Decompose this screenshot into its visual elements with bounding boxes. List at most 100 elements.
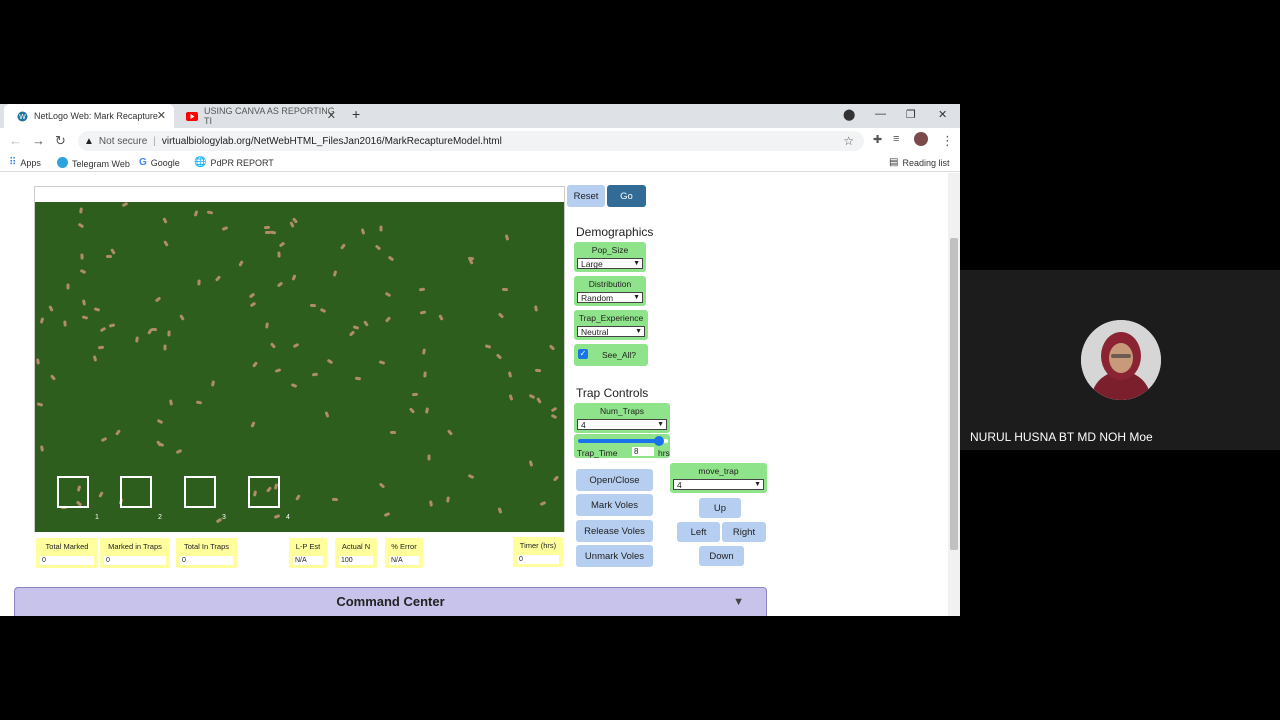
chevron-down-icon: ▼ [633,260,640,267]
vole [384,316,392,323]
record-icon[interactable]: ⬤ [843,108,855,121]
scrollbar-thumb[interactable] [950,238,958,550]
chooser-label: Trap_Experience [578,313,644,323]
move-trap-select[interactable]: 4 ▼ [673,479,764,490]
vole [110,248,116,255]
forward-icon[interactable]: → [32,133,45,148]
monitor-marked-in-traps: Marked in Traps 0 [100,538,170,568]
page-scrollbar[interactable] [948,173,960,616]
trap-time-slider[interactable]: Trap_Time 8 hrs [574,434,670,458]
vole [497,312,505,319]
release-voles-button[interactable]: Release Voles [576,520,653,542]
vole [339,243,347,250]
close-icon[interactable]: ✕ [157,109,166,122]
back-icon[interactable]: ← [9,133,22,148]
slider-thumb[interactable] [654,436,664,446]
restore-icon[interactable]: ❐ [906,108,916,121]
trap-box [184,476,216,508]
chooser-label: move_trap [698,466,739,476]
vole [389,430,397,435]
vole [411,392,419,397]
down-button[interactable]: Down [699,546,744,566]
menu-icon[interactable]: ⋮ [941,133,954,149]
pop-size-chooser[interactable]: Pop_Size Large ▼ [574,242,646,272]
profile-avatar-icon[interactable] [914,132,928,149]
chevron-down-icon: ▼ [657,421,664,428]
bookmark-apps[interactable]: ⠿ Apps [9,157,41,168]
command-center-title: Command Center [336,594,445,609]
distribution-chooser[interactable]: Distribution Random ▼ [574,276,646,306]
tab-netlogo[interactable]: W NetLogo Web: Mark Recapture ✕ [4,104,174,128]
vole [40,445,44,452]
vole [292,342,300,349]
vole [331,497,339,502]
distribution-select[interactable]: Random ▼ [577,292,643,303]
command-center-bar[interactable]: Command Center ▼ [14,587,767,616]
vole [100,436,108,443]
open-close-button[interactable]: Open/Close [576,469,653,491]
vole [528,393,536,400]
left-button[interactable]: Left [677,522,720,542]
bookmark-pdpr[interactable]: 🌐 PdPR REPORT [194,157,274,168]
star-icon[interactable]: ☆ [843,134,854,148]
presenter-video-tile: NURUL HUSNA BT MD NOH Moe [960,270,1280,450]
chooser-label: Num_Traps [599,406,645,416]
see-all-switch[interactable]: ✓ See_All? [574,344,648,366]
vole [387,255,395,262]
window-close-icon[interactable]: ✕ [938,108,947,121]
num-traps-chooser[interactable]: Num_Traps 4 ▼ [574,403,670,433]
go-button[interactable]: Go [607,185,646,207]
vole [36,402,44,407]
monitor-value: 0 [517,555,559,564]
vole [265,322,269,329]
youtube-icon [186,110,198,122]
move-trap-chooser[interactable]: move_trap 4 ▼ [670,463,767,493]
address-bar[interactable]: ▲ Not secure | virtualbiologylab.org/Net… [78,131,864,151]
vole [539,500,547,507]
trap-experience-select[interactable]: Neutral ▼ [577,326,645,337]
vole [80,253,84,260]
close-icon[interactable]: ✕ [327,109,336,122]
reload-icon[interactable]: ↻ [55,133,66,149]
vole [425,407,429,414]
bookmark-telegram[interactable]: Telegram Web [57,157,130,171]
chooser-label: Pop_Size [591,245,629,255]
num-traps-select[interactable]: 4 ▼ [577,419,667,430]
vole [379,225,383,232]
slider-track[interactable] [578,436,668,446]
select-value: 4 [581,420,586,430]
pop-size-select[interactable]: Large ▼ [577,258,643,269]
vole [533,305,539,312]
unmark-voles-button[interactable]: Unmark Voles [576,545,653,567]
vole [81,299,87,306]
reading-queue-icon[interactable]: ≡ [893,133,899,145]
up-button[interactable]: Up [699,498,741,518]
new-tab-icon[interactable]: + [352,106,360,122]
vole [534,368,542,373]
vole [163,344,167,351]
checkbox-icon[interactable]: ✓ [578,349,588,359]
bookmark-google[interactable]: G Google [139,157,180,168]
monitor-label: Total In Traps [183,542,230,551]
monitor-pct-error: % Error N/A [385,538,423,568]
monitor-value: 100 [339,556,373,565]
trap-experience-chooser[interactable]: Trap_Experience Neutral ▼ [574,310,648,340]
bookmark-label: Apps [20,157,41,168]
reading-list[interactable]: ▤ Reading list [889,157,949,168]
world-view[interactable]: 1 2 3 4 [35,202,564,532]
tab-youtube[interactable]: USING CANVA AS REPORTING TI ✕ [174,104,344,128]
vole [36,358,40,365]
chevron-down-icon[interactable]: ▼ [733,596,744,608]
vole [276,281,284,288]
apps-grid-icon: ⠿ [9,157,17,168]
reset-button[interactable]: Reset [567,185,605,207]
url-text: virtualbiologylab.org/NetWebHTML_FilesJa… [161,135,502,147]
vole [121,202,129,208]
minimize-icon[interactable]: — [875,108,886,120]
demographics-heading: Demographics [576,225,654,239]
mark-voles-button[interactable]: Mark Voles [576,494,653,516]
vole [423,371,427,378]
right-button[interactable]: Right [722,522,766,542]
extensions-icon[interactable]: ✚ [873,133,882,146]
vole [374,244,382,251]
